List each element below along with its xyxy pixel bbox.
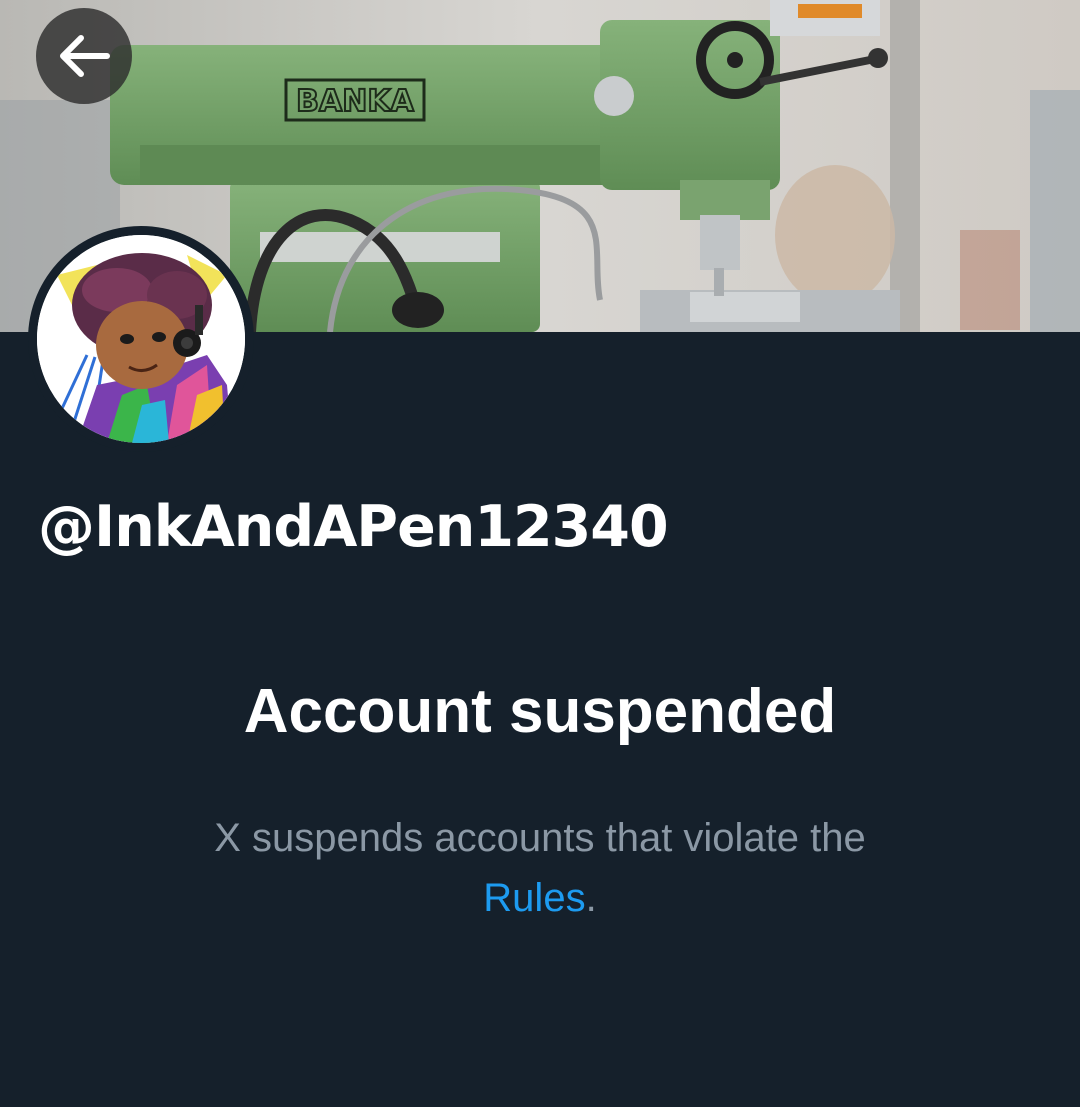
- rules-link[interactable]: Rules: [483, 876, 585, 920]
- suspension-description: X suspends accounts that violate the Rul…: [140, 808, 940, 928]
- profile-handle: @InkAndAPen12340: [38, 494, 669, 560]
- back-button[interactable]: [36, 8, 132, 104]
- banner-logo-text: BANKA: [296, 84, 414, 119]
- suspension-description-text: X suspends accounts that violate the: [214, 816, 866, 860]
- avatar-image: [37, 235, 245, 443]
- avatar-illustration: [37, 235, 245, 443]
- profile-page: BANKA @InkAndAPen12340 Account suspended…: [0, 0, 1080, 1107]
- avatar[interactable]: [28, 226, 254, 452]
- suspension-description-period: .: [585, 876, 597, 920]
- arrow-left-icon: [60, 35, 110, 77]
- suspension-title: Account suspended: [243, 677, 837, 746]
